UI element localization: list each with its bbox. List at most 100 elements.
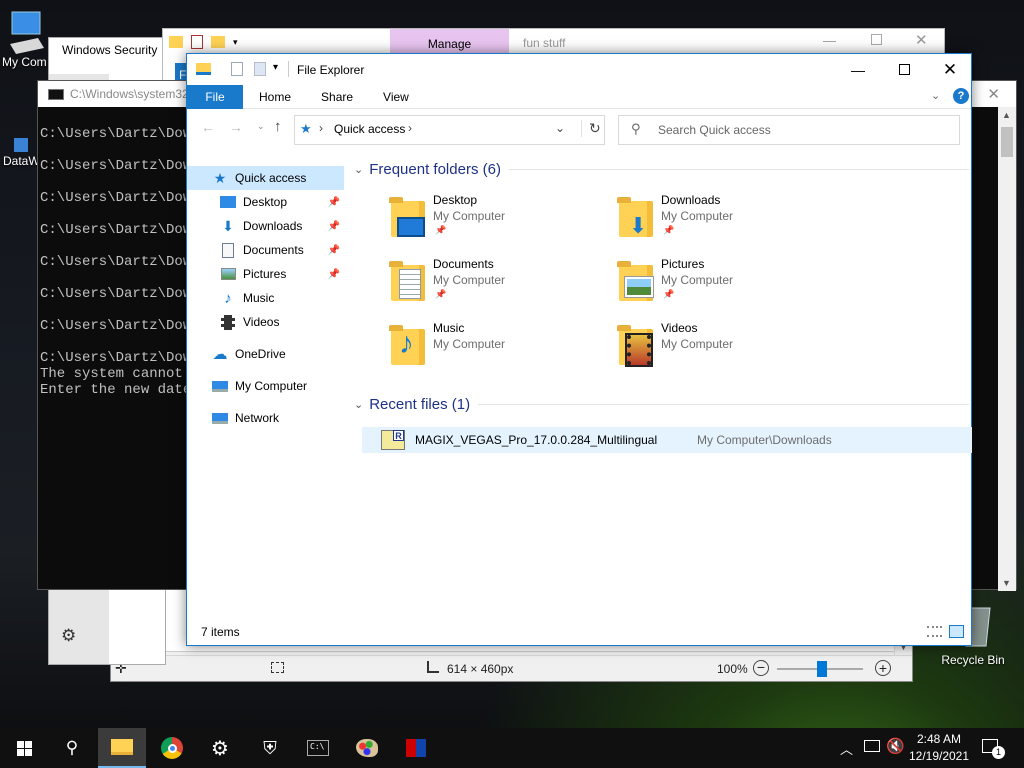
sidebar-item-videos[interactable]: Videos xyxy=(187,310,344,334)
scroll-thumb[interactable] xyxy=(1001,127,1013,157)
search-button[interactable]: ⚲ xyxy=(48,728,96,768)
scroll-down-icon[interactable]: ▼ xyxy=(1002,578,1011,588)
sidebar-item-downloads[interactable]: ⬇ Downloads 📌 xyxy=(187,214,344,238)
breadcrumb-chevron-icon[interactable]: › xyxy=(319,121,323,135)
sidebar-item-my-computer[interactable]: My Computer xyxy=(187,374,344,398)
properties-icon[interactable] xyxy=(231,62,243,76)
maximize-button[interactable] xyxy=(871,34,882,45)
chevron-up-icon[interactable]: ︿ xyxy=(840,739,853,758)
network-icon[interactable] xyxy=(864,740,880,752)
folder-tile-music[interactable]: ♪ Music My Computer xyxy=(387,321,607,381)
download-arrow-icon: ⬇ xyxy=(222,217,234,234)
folder-tile-documents[interactable]: Documents My Computer 📌 xyxy=(387,257,607,317)
taskbar-chrome[interactable] xyxy=(148,728,196,768)
cmd-scrollbar[interactable]: ▲ ▼ xyxy=(998,107,1016,591)
up-arrow-icon[interactable]: ↑ xyxy=(274,118,282,135)
desktop-icon-dataw[interactable]: DataW xyxy=(0,138,40,168)
sidebar-item-music[interactable]: ♪ Music xyxy=(187,286,344,310)
explorer-title: File Explorer xyxy=(297,63,365,77)
gear-icon: ⚙ xyxy=(211,737,229,760)
tab-view[interactable]: View xyxy=(371,85,421,109)
scroll-up-icon[interactable]: ▲ xyxy=(1002,110,1011,120)
file-explorer-window: ▾ File Explorer — ✕ File Home Share View… xyxy=(186,53,972,646)
frequent-folders-header[interactable]: ⌄ Frequent folders (6) xyxy=(354,161,969,178)
taskbar-windows-security[interactable]: ⛨ xyxy=(246,728,294,768)
sidebar-item-quick-access[interactable]: ★ Quick access xyxy=(187,166,344,190)
forward-arrow-icon[interactable]: → xyxy=(229,119,243,135)
paint-statusbar: ✛ 614 × 460px 100% − + xyxy=(111,655,912,681)
new-folder-icon[interactable] xyxy=(211,36,225,48)
downloads-folder-icon: ⬇ xyxy=(615,195,659,241)
cmd-icon xyxy=(48,88,64,100)
pin-icon[interactable]: 📌 xyxy=(328,245,340,256)
volume-muted-icon[interactable]: 🔇 xyxy=(886,737,905,755)
search-icon: ⚲ xyxy=(631,121,641,136)
close-button[interactable]: ✕ xyxy=(927,54,973,85)
breadcrumb[interactable]: Quick access xyxy=(334,122,405,136)
chrome-icon xyxy=(161,737,183,759)
folder-tile-videos[interactable]: Videos My Computer xyxy=(615,321,835,381)
tab-share[interactable]: Share xyxy=(309,85,365,109)
folder-tile-desktop[interactable]: Desktop My Computer 📌 xyxy=(387,193,607,253)
recent-file-row[interactable]: R MAGIX_VEGAS_Pro_17.0.0.284_Multilingua… xyxy=(362,427,972,453)
help-icon[interactable]: ? xyxy=(953,88,969,104)
clock[interactable]: 2:48 AM 12/19/2021 xyxy=(906,731,972,765)
start-button[interactable] xyxy=(0,728,48,768)
recent-file-name: MAGIX_VEGAS_Pro_17.0.0.284_Multilingual xyxy=(415,433,658,447)
zoom-in-button[interactable]: + xyxy=(875,660,891,676)
tab-home[interactable]: Home xyxy=(247,85,303,109)
pin-icon[interactable]: 📌 xyxy=(328,269,340,280)
tab-file[interactable]: File xyxy=(187,84,243,109)
taskbar-command-prompt[interactable]: C:\ xyxy=(294,728,342,768)
network-icon xyxy=(211,410,229,426)
zoom-out-button[interactable]: − xyxy=(753,660,769,676)
zoom-slider-thumb[interactable] xyxy=(817,661,827,677)
cmd-line: C:\Users\Dartz\Down xyxy=(40,158,200,174)
address-bar[interactable]: ★ › Quick access › ⌄ ↻ xyxy=(294,115,605,145)
refresh-icon[interactable]: ↻ xyxy=(581,120,601,137)
sidebar-item-pictures[interactable]: Pictures 📌 xyxy=(187,262,344,286)
taskbar-paint[interactable] xyxy=(343,728,391,768)
pin-icon[interactable]: 📌 xyxy=(328,197,340,208)
recent-locations-icon[interactable]: ⌄ xyxy=(257,121,265,132)
chevron-down-icon[interactable]: ⌄ xyxy=(354,398,363,411)
search-box[interactable]: ⚲ Search Quick access xyxy=(618,115,960,145)
folder-tile-downloads[interactable]: ⬇ Downloads My Computer 📌 xyxy=(615,193,835,253)
chevron-down-icon[interactable]: ⌄ xyxy=(354,163,363,176)
breadcrumb-chevron-icon[interactable]: › xyxy=(408,121,412,135)
settings-gear-icon[interactable]: ⚙ xyxy=(61,626,76,646)
cmd-close-button[interactable]: ✕ xyxy=(987,85,1000,103)
pin-icon[interactable]: 📌 xyxy=(328,221,340,232)
taskbar-settings[interactable]: ⚙ xyxy=(196,728,244,768)
expand-ribbon-icon[interactable]: ⌄ xyxy=(931,89,940,102)
folder-tile-pictures[interactable]: Pictures My Computer 📌 xyxy=(615,257,835,317)
large-icons-view-icon[interactable] xyxy=(949,625,964,638)
action-center-button[interactable]: 1 xyxy=(980,736,1005,760)
navigation-bar: ← → ⌄ ↑ ★ › Quick access › ⌄ ↻ ⚲ Search … xyxy=(187,109,971,149)
new-folder-icon[interactable] xyxy=(254,62,266,76)
qat-dropdown-icon[interactable]: ▾ xyxy=(273,62,278,73)
sidebar-item-network[interactable]: Network xyxy=(187,406,344,430)
address-dropdown-icon[interactable]: ⌄ xyxy=(555,121,565,135)
maximize-button[interactable] xyxy=(881,54,927,85)
properties-icon[interactable] xyxy=(191,35,203,49)
taskbar-file-explorer[interactable] xyxy=(98,728,146,768)
clock-date: 12/19/2021 xyxy=(908,749,970,763)
sidebar-item-documents[interactable]: Documents 📌 xyxy=(187,238,344,262)
desktop-icon-my-computer[interactable]: My Com xyxy=(0,8,50,69)
minimize-button[interactable]: — xyxy=(823,33,836,48)
details-view-icon[interactable] xyxy=(927,626,942,637)
close-button[interactable]: ✕ xyxy=(915,31,928,49)
manage-tab[interactable]: Manage xyxy=(390,29,509,55)
notification-badge: 1 xyxy=(992,746,1005,759)
taskbar-app[interactable] xyxy=(392,728,440,768)
recent-file-path: My Computer\Downloads xyxy=(697,433,832,447)
search-input[interactable]: Search Quick access xyxy=(658,123,771,137)
back-arrow-icon[interactable]: ← xyxy=(201,119,215,135)
sidebar-item-onedrive[interactable]: ☁ OneDrive xyxy=(187,342,344,366)
qat-dropdown-icon[interactable]: ▾ xyxy=(233,37,238,48)
windows-logo-icon xyxy=(16,740,32,756)
recent-files-header[interactable]: ⌄ Recent files (1) xyxy=(354,396,969,413)
sidebar-item-desktop[interactable]: Desktop 📌 xyxy=(187,190,344,214)
minimize-button[interactable]: — xyxy=(835,54,881,85)
